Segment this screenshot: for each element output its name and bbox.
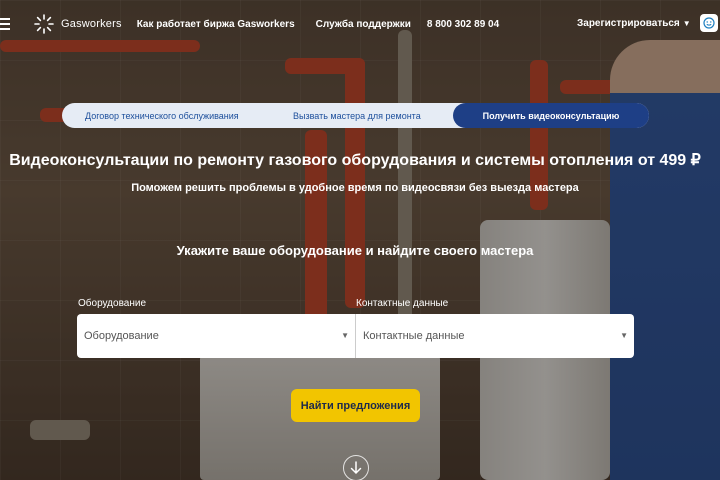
arrow-down-icon	[350, 461, 362, 475]
register-dropdown[interactable]: Зарегистрироваться ▼	[577, 18, 691, 29]
nav-phone[interactable]: 8 800 302 89 04	[427, 19, 499, 30]
chevron-down-icon: ▼	[341, 331, 349, 340]
logo-text: Gasworkers	[61, 18, 122, 30]
chevron-down-icon: ▼	[620, 331, 628, 340]
search-form: Оборудование ▼ Контактные данные ▼	[77, 314, 634, 358]
hero-headline: Видеоконсультации по ремонту газового об…	[9, 152, 701, 169]
equipment-label: Оборудование	[78, 298, 147, 309]
user-icon[interactable]	[700, 14, 718, 32]
tab-maintenance[interactable]: Договор технического обслуживания	[85, 111, 239, 121]
contact-label: Контактные данные	[356, 298, 449, 309]
tab-video-consult[interactable]: Получить видеоконсультацию	[453, 103, 649, 128]
equipment-select[interactable]: Оборудование ▼	[77, 314, 355, 358]
smiley-icon	[703, 17, 715, 29]
register-label: Зарегистрироваться	[577, 18, 680, 29]
contact-select-value: Контактные данные	[363, 330, 465, 342]
form-prompt: Укажите ваше оборудование и найдите свое…	[176, 243, 534, 258]
find-offers-button[interactable]: Найти предложения	[291, 389, 420, 422]
nav-how-it-works[interactable]: Как работает биржа Gasworkers	[137, 19, 295, 30]
contact-select[interactable]: Контактные данные ▼	[355, 314, 634, 358]
scroll-down-button[interactable]	[343, 455, 369, 480]
sunburst-logo-icon	[34, 14, 54, 34]
nav-support[interactable]: Служба поддержки	[316, 19, 411, 30]
menu-icon[interactable]	[0, 18, 22, 30]
logo[interactable]: Gasworkers	[34, 14, 122, 34]
equipment-select-value: Оборудование	[84, 330, 159, 342]
service-tabs: Договор технического обслуживания Вызват…	[62, 103, 649, 128]
tab-call-master[interactable]: Вызвать мастера для ремонта	[293, 111, 421, 121]
hero-subline: Поможем решить проблемы в удобное время …	[131, 182, 579, 194]
caret-down-icon: ▼	[682, 19, 691, 28]
